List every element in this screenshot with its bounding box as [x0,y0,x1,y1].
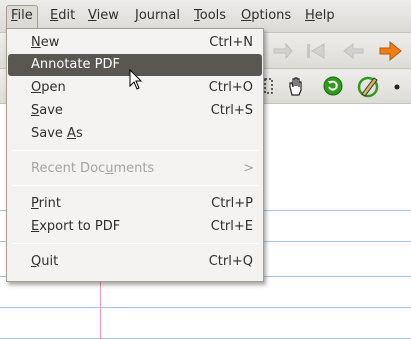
mouse-pointer-icon [129,69,143,90]
menu-separator [12,150,258,151]
file-menu: New Ctrl+N Annotate PDF Open Ctrl+O Save… [6,28,264,282]
hand-tool-icon[interactable] [286,75,306,97]
accelerator: Ctrl+E [210,219,253,234]
menu-help[interactable]: Help [301,6,339,28]
shape-recognizer-icon[interactable] [356,74,380,98]
menu-view[interactable]: View [84,6,123,28]
menu-journal[interactable]: Journal [131,6,184,28]
menu-item-export-to-pdf[interactable]: Export to PDF Ctrl+E [8,216,262,238]
menu-separator [12,185,258,186]
menu-options[interactable]: Options [237,6,295,28]
next-page-icon[interactable] [377,39,403,63]
submenu-arrow-icon: > [243,161,254,176]
ruling-line [0,307,411,308]
previous-page-icon[interactable] [341,39,365,63]
menu-item-save-as[interactable]: Save As [8,123,262,145]
thin-dot-icon[interactable] [392,82,402,92]
menu-item-new[interactable]: New Ctrl+N [8,32,262,54]
menu-tools[interactable]: Tools [190,6,230,28]
menu-edit[interactable]: Edit [46,6,79,28]
accelerator: Ctrl+O [208,80,253,95]
menu-item-print[interactable]: Print Ctrl+P [8,193,262,215]
redo-icon[interactable] [270,39,294,63]
menu-item-save[interactable]: Save Ctrl+S [8,100,262,122]
accelerator: Ctrl+P [211,196,253,211]
accelerator: Ctrl+Q [208,254,253,269]
first-page-icon[interactable] [304,39,328,63]
accelerator: Ctrl+S [210,103,253,118]
accelerator: Ctrl+N [209,35,253,50]
menu-separator [12,243,258,244]
select-icon[interactable] [263,76,275,96]
menu-item-quit[interactable]: Quit Ctrl+Q [8,251,262,273]
menu-item-recent-documents: Recent Documents > [8,158,262,180]
default-pen-icon[interactable] [322,75,344,97]
